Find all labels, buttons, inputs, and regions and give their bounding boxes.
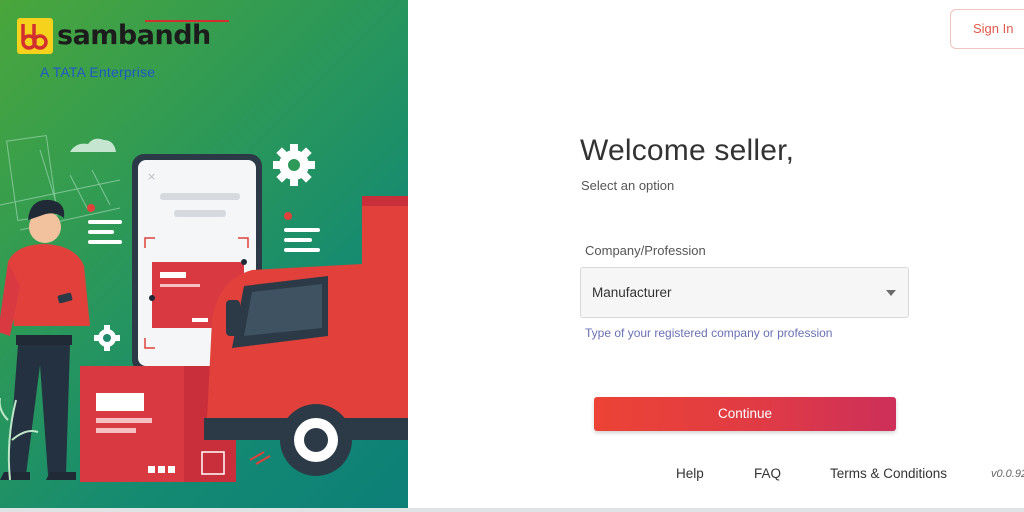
help-link[interactable]: Help [676,466,704,481]
chevron-down-icon [886,290,896,296]
logo-mark-icon [17,18,53,54]
bottom-divider [0,508,1024,512]
brand-name: sambandh [57,20,211,51]
faq-link[interactable]: FAQ [754,466,781,481]
app-version: v0.0.92 [991,468,1024,480]
brand-tagline: A TATA Enterprise [40,64,156,80]
select-value: Manufacturer [592,285,672,300]
sign-in-button[interactable]: Sign In [950,9,1024,49]
helper-text: Type of your registered company or profe… [585,326,833,340]
page-subtitle: Select an option [581,178,675,193]
page-title: Welcome seller, [580,134,795,167]
terms-link[interactable]: Terms & Conditions [830,466,947,481]
sambandh-logo[interactable]: sambandh [17,18,229,58]
company-profession-select[interactable]: Manufacturer [580,267,909,318]
svg-text:×: × [147,170,156,183]
hero-panel: × sambandh A TATA Enterprise [0,0,408,508]
continue-button[interactable]: Continue [594,397,896,431]
company-profession-label: Company/Profession [585,243,706,258]
